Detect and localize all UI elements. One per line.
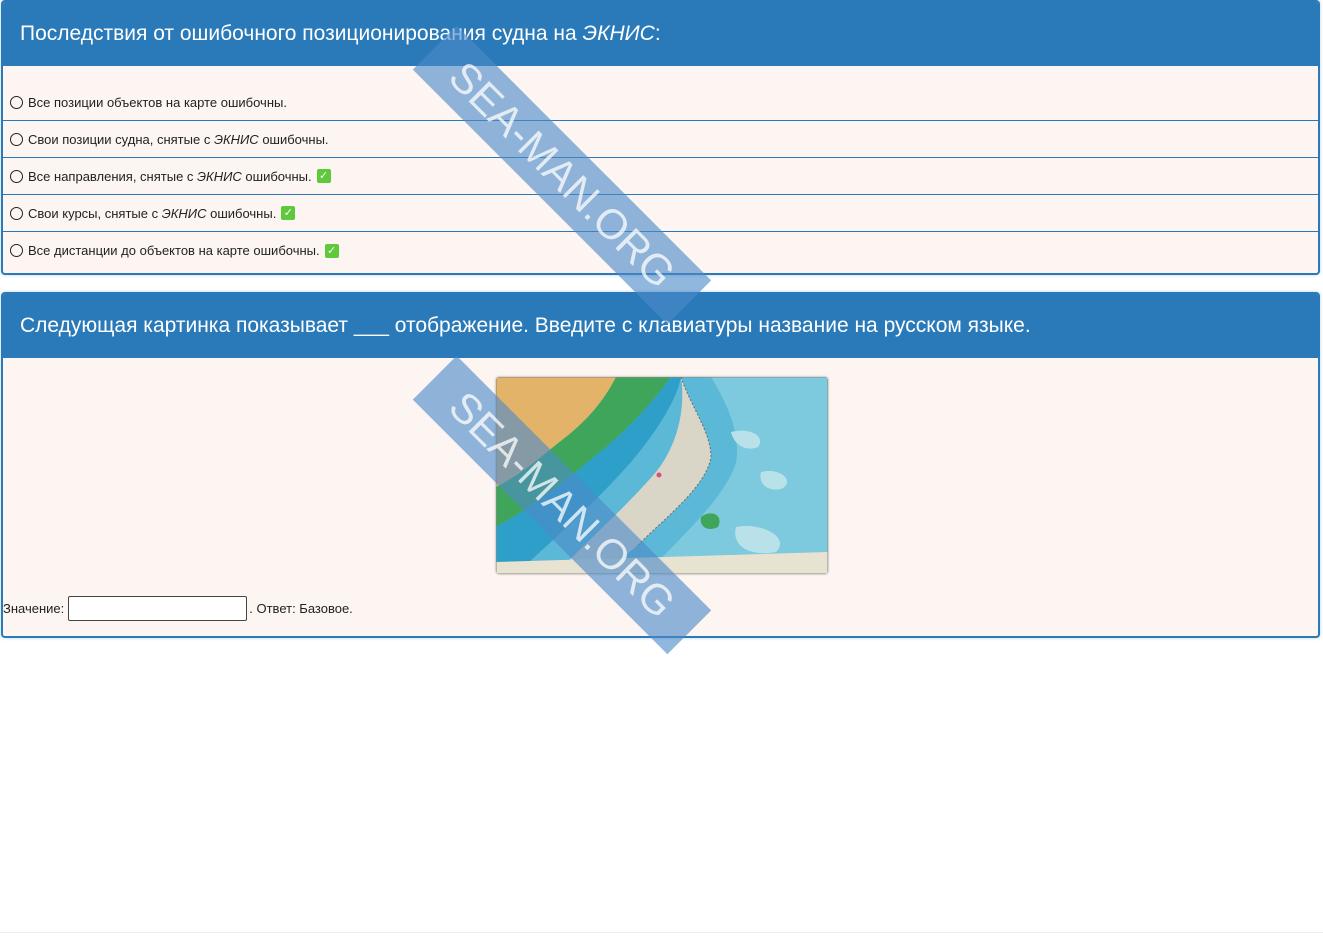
radio-button[interactable] xyxy=(10,244,23,257)
answer-input[interactable] xyxy=(68,596,248,621)
answer-option-label: Свои позиции судна, снятые с ЭКНИС ошибо… xyxy=(28,132,329,147)
question-1-panel: Последствия от ошибочного позиционирован… xyxy=(1,0,1320,275)
answer-feedback: . Ответ: Базовое. xyxy=(249,601,353,616)
answer-option-2[interactable]: Свои позиции судна, снятые с ЭКНИС ошибо… xyxy=(3,121,1318,158)
chart-display-image xyxy=(496,377,828,574)
correct-check-icon: ✓ xyxy=(316,169,331,183)
answer-option-1[interactable]: Все позиции объектов на карте ошибочны. xyxy=(3,84,1318,121)
radio-button[interactable] xyxy=(10,132,23,146)
answer-options-list: Все позиции объектов на карте ошибочны. … xyxy=(3,84,1318,269)
correct-check-icon: ✓ xyxy=(324,243,339,258)
page-bottom-divider xyxy=(0,932,1323,933)
option-text-end: ошибочны. xyxy=(241,168,312,184)
option-text-end: ошибочны. xyxy=(206,205,277,221)
answer-option-label: Свои курсы, снятые с ЭКНИС ошибочны. xyxy=(28,206,276,221)
radio-button[interactable] xyxy=(10,169,23,183)
option-text-start: Все направления, снятые с xyxy=(28,168,198,184)
question-2-title: Следующая картинка показывает ___ отобра… xyxy=(3,294,1318,358)
answer-option-label: Все направления, снятые с ЭКНИС ошибочны… xyxy=(28,169,312,184)
radio-button[interactable] xyxy=(10,95,23,109)
answer-row: Значение: . Ответ: Базовое. xyxy=(3,596,353,621)
answer-option-5[interactable]: Все дистанции до объектов на карте ошибо… xyxy=(3,232,1318,269)
question-1-title-emphasis: ЭКНИС xyxy=(582,22,655,45)
option-text-start: Свои курсы, снятые с xyxy=(28,205,162,221)
option-text-end: ошибочны. xyxy=(258,131,329,147)
option-text-start: Свои позиции судна, снятые с xyxy=(28,131,214,147)
value-label: Значение: xyxy=(3,601,65,616)
question-2-panel: Следующая картинка показывает ___ отобра… xyxy=(1,292,1320,638)
option-text-emphasis: ЭКНИС xyxy=(213,131,259,147)
answer-option-label: Все позиции объектов на карте ошибочны. xyxy=(28,94,287,110)
page: Последствия от ошибочного позиционирован… xyxy=(0,0,1323,936)
option-text-emphasis: ЭКНИС xyxy=(161,205,207,221)
answer-option-3[interactable]: Все направления, снятые с ЭКНИС ошибочны… xyxy=(3,158,1318,195)
option-text-emphasis: ЭКНИС xyxy=(197,168,242,184)
correct-check-icon: ✓ xyxy=(281,206,296,220)
ecdis-map-image xyxy=(496,377,828,574)
radio-button[interactable] xyxy=(10,206,23,220)
answer-option-4[interactable]: Свои курсы, снятые с ЭКНИС ошибочны. ✓ xyxy=(3,195,1318,232)
question-1-title-suffix: : xyxy=(654,22,661,45)
answer-option-label: Все дистанции до объектов на карте ошибо… xyxy=(28,243,320,258)
question-1-title: Последствия от ошибочного позиционирован… xyxy=(3,2,1318,66)
question-1-title-text: Последствия от ошибочного позиционирован… xyxy=(20,22,583,45)
